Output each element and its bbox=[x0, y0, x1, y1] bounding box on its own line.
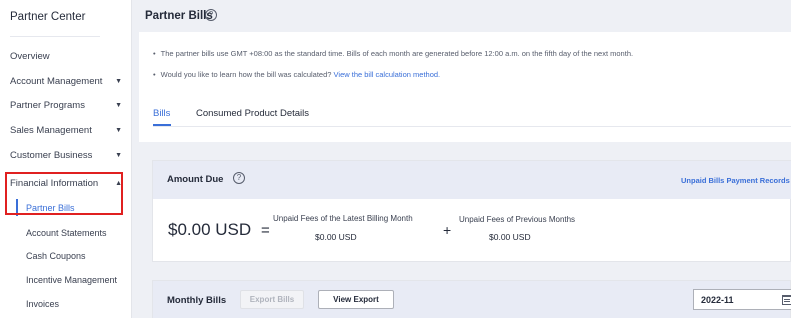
tab-divider bbox=[153, 126, 791, 127]
amount-due-links: Unpaid Bills Payment Records bbox=[681, 176, 790, 185]
info-card: • The partner bills use GMT +08:00 as the… bbox=[139, 32, 791, 142]
sidebar-divider bbox=[10, 36, 100, 37]
amount-due-title: Amount Due bbox=[167, 174, 224, 185]
page-title: Partner Bills bbox=[145, 10, 213, 22]
sidebar-item-label: Partner Programs bbox=[10, 100, 85, 111]
sidebar-subitem-invoices[interactable]: Invoices bbox=[26, 295, 59, 313]
chevron-down-icon: ▼ bbox=[115, 152, 122, 159]
calendar-icon[interactable] bbox=[782, 295, 791, 305]
unpaid-bills-link[interactable]: Unpaid Bills bbox=[681, 176, 724, 185]
previous-months-value: $0.00 USD bbox=[489, 232, 531, 242]
monthly-bills-card: Monthly Bills Export Bills View Export 2… bbox=[152, 280, 791, 318]
month-picker[interactable]: 2022-11 bbox=[693, 289, 791, 310]
amount-due-header: Amount Due ? Unpaid Bills Payment Record… bbox=[153, 161, 791, 199]
page-header: Partner Bills ? bbox=[133, 0, 791, 32]
note-standard-time: • The partner bills use GMT +08:00 as the… bbox=[153, 49, 633, 58]
sidebar-title: Partner Center bbox=[10, 11, 86, 23]
view-export-button[interactable]: View Export bbox=[318, 290, 394, 309]
previous-months-label: Unpaid Fees of Previous Months bbox=[459, 215, 576, 224]
tab-bills[interactable]: Bills bbox=[153, 108, 170, 119]
tab-consumed-product-details[interactable]: Consumed Product Details bbox=[196, 108, 309, 119]
help-icon[interactable]: ? bbox=[205, 9, 217, 21]
sidebar-item-sales-management[interactable]: Sales Management ▼ bbox=[10, 122, 122, 140]
sidebar-item-account-management[interactable]: Account Management ▼ bbox=[10, 73, 122, 91]
sidebar-item-label: Customer Business bbox=[10, 150, 93, 161]
sidebar-item-customer-business[interactable]: Customer Business ▼ bbox=[10, 147, 122, 165]
sidebar-subitem-incentive-management[interactable]: Incentive Management bbox=[26, 271, 117, 289]
chevron-down-icon: ▼ bbox=[115, 78, 122, 85]
sidebar-item-label: Overview bbox=[10, 51, 50, 62]
payment-records-link[interactable]: Payment Records bbox=[726, 176, 789, 185]
month-picker-value: 2022-11 bbox=[701, 295, 734, 305]
latest-month-label: Unpaid Fees of the Latest Billing Month bbox=[273, 214, 413, 223]
bullet-icon: • bbox=[153, 70, 156, 79]
export-bills-button[interactable]: Export Bills bbox=[240, 290, 304, 309]
note-text: Would you like to learn how the bill was… bbox=[160, 70, 332, 79]
sidebar-item-label: Sales Management bbox=[10, 125, 92, 136]
equals-sign: = bbox=[261, 222, 270, 239]
sidebar-item-partner-programs[interactable]: Partner Programs ▼ bbox=[10, 97, 122, 115]
highlight-box bbox=[5, 172, 123, 215]
sidebar-subitem-account-statements[interactable]: Account Statements bbox=[26, 224, 107, 242]
bullet-icon: • bbox=[153, 49, 156, 58]
note-text: The partner bills use GMT +08:00 as the … bbox=[160, 49, 634, 58]
monthly-bills-title: Monthly Bills bbox=[167, 295, 227, 306]
plus-sign: + bbox=[443, 222, 452, 238]
help-icon[interactable]: ? bbox=[233, 172, 245, 184]
main-content: Partner Bills ? • The partner bills use G… bbox=[133, 0, 791, 318]
chevron-down-icon: ▼ bbox=[115, 102, 122, 109]
amount-due-card: Amount Due ? Unpaid Bills Payment Record… bbox=[152, 160, 791, 262]
sidebar-item-overview[interactable]: Overview bbox=[10, 48, 122, 66]
calculation-method-link[interactable]: View the bill calculation method. bbox=[334, 70, 441, 79]
chevron-down-icon: ▼ bbox=[115, 127, 122, 134]
sidebar-item-label: Account Management bbox=[10, 76, 103, 87]
sidebar: Partner Center Overview Account Manageme… bbox=[0, 0, 132, 318]
sidebar-subitem-cash-coupons[interactable]: Cash Coupons bbox=[26, 247, 86, 265]
note-calculation: • Would you like to learn how the bill wa… bbox=[153, 70, 440, 79]
amount-due-total: $0.00 USD bbox=[168, 220, 252, 239]
latest-month-value: $0.00 USD bbox=[315, 232, 357, 242]
